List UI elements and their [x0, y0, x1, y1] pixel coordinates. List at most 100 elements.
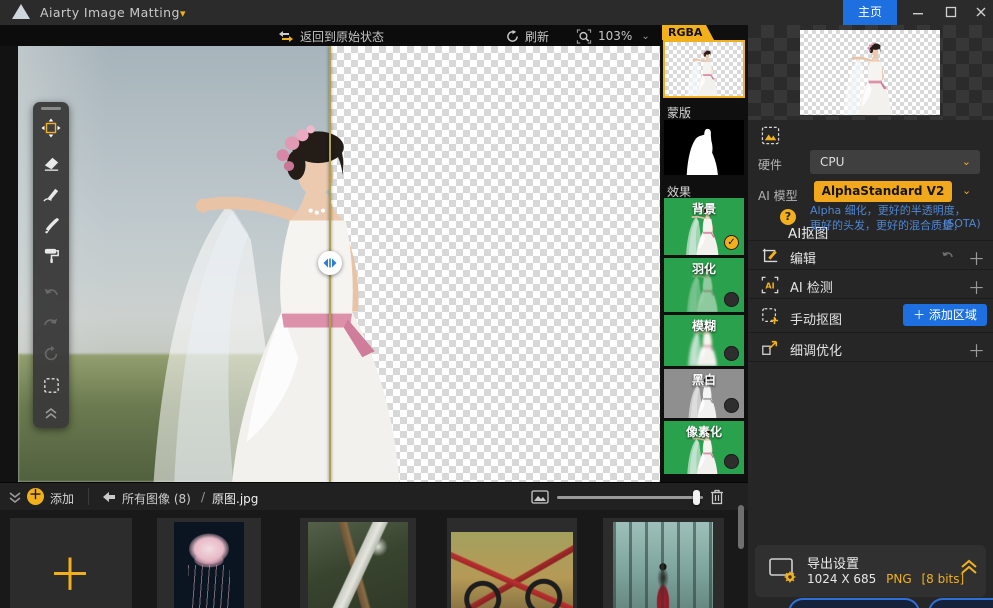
- effect-check-icon[interactable]: ✓: [724, 235, 739, 250]
- marquee-tool-button[interactable]: [41, 375, 61, 395]
- add-region-button[interactable]: ＋ 添加区域: [903, 304, 987, 326]
- palette-drag-handle[interactable]: [41, 107, 61, 110]
- thumbnail-size-slider[interactable]: [557, 496, 703, 499]
- finetune-expand-button[interactable]: ＋: [968, 337, 985, 362]
- navigator-preview[interactable]: [800, 30, 940, 115]
- eraser-tool-button[interactable]: [41, 153, 61, 173]
- zoom-control[interactable]: 103% ⌄: [576, 28, 650, 44]
- pen-icon: [42, 185, 61, 204]
- mountain-bike-thumbnail[interactable]: [451, 532, 573, 608]
- reset-view-label: 返回到原始状态: [300, 28, 384, 45]
- expand-export-icon[interactable]: [960, 559, 978, 575]
- reset-history-button[interactable]: [41, 344, 61, 364]
- title-menu-chevron-icon[interactable]: ▾: [180, 7, 186, 20]
- ai-model-chevron-icon[interactable]: ⌄: [962, 184, 971, 197]
- eraser-icon: [42, 154, 61, 173]
- hardware-chevron-icon: ⌄: [962, 150, 971, 174]
- export-action-button2-partial[interactable]: [928, 598, 993, 608]
- axe-forest-thumbnail[interactable]: [308, 522, 408, 608]
- zoom-level-value: 103%: [598, 29, 632, 43]
- filmstrip-tile[interactable]: [447, 518, 577, 608]
- filmstrip-tile[interactable]: [300, 518, 416, 608]
- manual-matting-icon: [761, 307, 779, 325]
- effect-thumb-bw[interactable]: 黑白: [664, 369, 744, 418]
- edit-section-row[interactable]: 编辑 ＋: [748, 240, 993, 269]
- model-sota-link[interactable]: (SOTA): [943, 217, 981, 230]
- effect-thumb-blur[interactable]: 模糊: [664, 315, 744, 366]
- ai-model-value[interactable]: AlphaStandard V2: [814, 181, 952, 202]
- hardware-select[interactable]: CPU ⌄: [810, 150, 980, 174]
- mask-preview-thumb[interactable]: [664, 120, 744, 175]
- add-image-icon[interactable]: ＋: [27, 488, 44, 505]
- edit-expand-button[interactable]: ＋: [968, 245, 985, 270]
- ai-detect-section-row[interactable]: AI AI 检测 ＋: [748, 269, 993, 298]
- model-description-line2: 更好的头发，更好的混合质量，: [810, 217, 964, 233]
- thumbnail-size-slider-handle[interactable]: [693, 490, 700, 505]
- gallery-toolbar: ＋ 添加 所有图像 (8) / 原图.jpg: [0, 482, 748, 510]
- finetune-section-label: 细调优化: [790, 340, 842, 359]
- back-arrow-icon[interactable]: [102, 491, 116, 503]
- paint-roller-icon: [42, 246, 61, 265]
- svg-text:AI: AI: [765, 281, 774, 291]
- rgba-preview-thumb[interactable]: [663, 40, 745, 98]
- zoom-chevron-icon[interactable]: ⌄: [641, 31, 649, 42]
- redo-button[interactable]: [41, 314, 61, 334]
- compare-divider-handle[interactable]: [318, 251, 342, 275]
- finetune-section-row[interactable]: 细调优化 ＋: [748, 332, 993, 362]
- filmstrip-scrollbar[interactable]: [738, 505, 744, 549]
- add-image-tile[interactable]: ＋: [10, 518, 132, 608]
- home-button[interactable]: 主页: [843, 0, 897, 25]
- brush-tool-button[interactable]: [41, 215, 61, 235]
- app-logo-icon: [12, 4, 30, 19]
- export-format: PNG: [886, 572, 912, 586]
- manual-matting-section-row[interactable]: 手动抠图 ＋ 添加区域: [748, 298, 993, 332]
- minimize-button[interactable]: [903, 0, 933, 25]
- maximize-button[interactable]: [936, 0, 966, 25]
- effect-thumb-feather[interactable]: 羽化: [664, 258, 744, 312]
- navigator-panel: [748, 25, 993, 120]
- effect-radio[interactable]: [724, 454, 739, 469]
- refresh-button[interactable]: 刷新: [506, 28, 549, 44]
- bride-cutout-preview: [800, 30, 940, 115]
- woman-red-dress-thumbnail[interactable]: [613, 522, 713, 608]
- move-tool-button[interactable]: [41, 118, 61, 138]
- effect-radio[interactable]: [724, 398, 739, 413]
- ai-detect-expand-button[interactable]: ＋: [968, 274, 985, 299]
- canvas[interactable]: [0, 46, 662, 482]
- collapse-gallery-icon[interactable]: [8, 491, 22, 504]
- hardware-value: CPU: [820, 155, 844, 169]
- effect-radio[interactable]: [724, 292, 739, 307]
- gallery-breadcrumb[interactable]: 所有图像 (8): [122, 490, 191, 507]
- effect-radio[interactable]: [724, 346, 739, 361]
- delete-image-icon[interactable]: [710, 489, 724, 505]
- jellyfish-thumbnail[interactable]: [174, 522, 244, 608]
- close-button[interactable]: [966, 0, 993, 25]
- export-settings-panel[interactable]: 导出设置 1024 X 685 PNG [8 bits]: [755, 545, 986, 597]
- hardware-label: 硬件: [758, 156, 782, 173]
- effect-label: 模糊: [664, 317, 744, 334]
- rgba-tab[interactable]: RGBA: [662, 25, 714, 40]
- export-action-button-partial[interactable]: [788, 598, 920, 608]
- breadcrumb-separator: /: [201, 490, 205, 504]
- pen-tool-button[interactable]: [41, 184, 61, 204]
- effect-thumb-pixelate[interactable]: 像素化: [664, 421, 744, 474]
- filmstrip-tile[interactable]: [603, 518, 724, 608]
- reset-view-button[interactable]: 返回到原始状态: [278, 28, 384, 44]
- mask-section-label: 蒙版: [667, 104, 691, 121]
- filmstrip-tile[interactable]: [157, 518, 261, 608]
- ai-detect-section-label: AI 检测: [790, 277, 833, 296]
- bride-mask-silhouette: [664, 120, 744, 175]
- help-icon[interactable]: ?: [780, 209, 796, 225]
- toolbar-divider: [88, 488, 89, 505]
- move-icon: [41, 118, 61, 138]
- ai-matting-header[interactable]: AI抠图: [748, 120, 993, 150]
- undo-button[interactable]: [41, 284, 61, 304]
- collapse-palette-button[interactable]: [41, 403, 61, 423]
- edit-undo-icon[interactable]: [940, 248, 955, 263]
- effect-thumb-background[interactable]: 背景 ✓: [664, 198, 744, 255]
- image-filmstrip: ＋: [0, 510, 748, 608]
- roller-tool-button[interactable]: [41, 245, 61, 265]
- add-image-label[interactable]: 添加: [50, 490, 74, 507]
- double-chevron-up-icon: [44, 407, 58, 420]
- tool-palette: [33, 102, 69, 428]
